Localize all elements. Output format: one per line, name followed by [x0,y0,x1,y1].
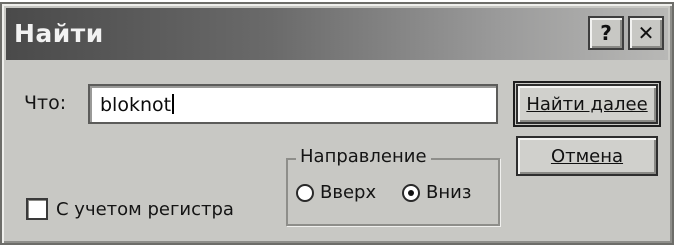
direction-up-option[interactable]: Вверх [296,182,376,203]
cancel-button[interactable]: Отмена [516,136,658,176]
find-what-value: bloknot [100,94,172,116]
direction-down-option[interactable]: Вниз [402,182,471,203]
help-button[interactable]: ? [588,16,624,50]
find-what-label: Что: [24,92,67,114]
match-case-label: С учетом регистра [56,198,234,220]
cancel-label: Отмена [550,145,624,167]
find-next-button[interactable]: Найти далее [513,81,661,127]
help-icon: ? [600,21,612,45]
close-button[interactable]: ✕ [628,16,664,50]
match-case-option[interactable]: С учетом регистра [26,198,234,220]
find-dialog: Найти ? ✕ Что: bloknot Найти далее Отмен… [0,2,674,245]
direction-up-radio[interactable] [296,183,314,202]
text-caret [172,94,175,114]
match-case-checkbox[interactable] [26,198,48,220]
title-bar[interactable]: Найти ? ✕ [6,8,668,60]
direction-up-label: Вверх [320,182,377,203]
direction-down-label: Вниз [426,182,472,203]
find-next-label: Найти далее [526,93,648,115]
find-what-input[interactable]: bloknot [88,84,498,124]
direction-down-radio[interactable] [402,183,420,202]
direction-group: Направление Вверх Вниз [286,146,500,226]
close-icon: ✕ [637,21,655,45]
dialog-title: Найти [14,19,104,48]
direction-legend: Направление [296,146,431,167]
